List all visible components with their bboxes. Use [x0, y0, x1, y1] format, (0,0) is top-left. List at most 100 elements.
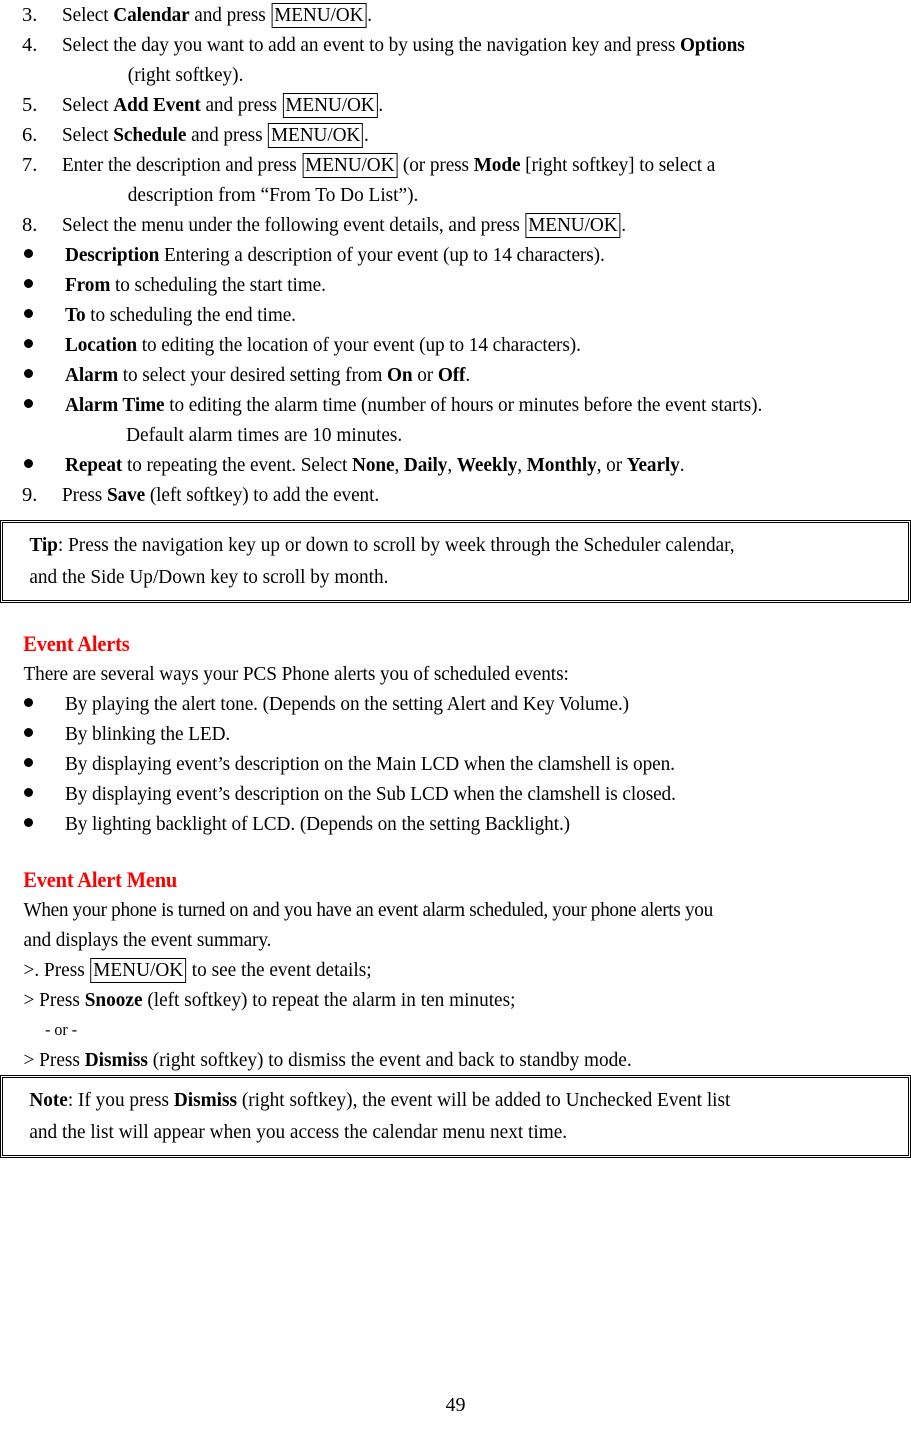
- step-text: Select Add Event and press MENU/OK.: [62, 90, 860, 120]
- text-run: to editing the location of your event (u…: [137, 334, 581, 356]
- emphasis-text: None: [351, 454, 395, 476]
- text-run: (right softkey).: [127, 64, 244, 86]
- numbered-step: 4. Select the day you want to add an even…: [0, 30, 911, 90]
- text-run: , or: [596, 454, 627, 476]
- step-number: 4.: [22, 34, 38, 56]
- event-alert-menu-actions: >. Press MENU/OK to see the event detail…: [0, 955, 911, 1015]
- text-run: : If you press: [67, 1089, 174, 1111]
- event-alert-item: By displaying event’s description on the…: [0, 779, 911, 809]
- text-run: and press: [189, 4, 271, 26]
- event-alerts-intro: There are several ways your PCS Phone al…: [23, 663, 569, 685]
- emphasis-text: Mode: [473, 154, 521, 176]
- numbered-step: 3. Select Calendar and press MENU/OK.: [0, 0, 911, 30]
- event-alert-item: By blinking the LED.: [0, 719, 911, 749]
- text-run: > Press: [23, 989, 85, 1011]
- text-run: .: [378, 94, 384, 116]
- emphasis-text: Save: [106, 484, 146, 506]
- event-detail-text: Location to editing the location of your…: [65, 330, 860, 360]
- text-run: .: [367, 4, 372, 26]
- numbered-step: 5. Select Add Event and press MENU/OK.: [0, 90, 911, 120]
- step-number: 5.: [22, 94, 38, 116]
- emphasis-text: Weekly: [456, 454, 518, 476]
- emphasis-text: Off: [437, 364, 466, 386]
- event-detail-continuation: Default alarm times are 10 minutes.: [65, 420, 860, 450]
- menu-ok-key-label: MENU/OK: [525, 213, 621, 238]
- event-detail-item: Description Entering a description of yo…: [0, 240, 911, 270]
- text-run: (left softkey) to add the event.: [145, 484, 380, 506]
- or-separator: - or -: [45, 1020, 78, 1039]
- note-callout-box: Note: If you press Dismiss (right softke…: [0, 1075, 911, 1158]
- text-run: [right softkey] to select a: [520, 154, 716, 176]
- menu-ok-key-label: MENU/OK: [90, 958, 187, 983]
- emphasis-text: Alarm Time: [65, 394, 165, 416]
- event-detail-item: Alarm to select your desired setting fro…: [0, 360, 911, 390]
- alert-menu-action-line: > Press Snooze (left softkey) to repeat …: [0, 985, 856, 1015]
- text-run: to editing the alarm time (number of hou…: [164, 394, 763, 416]
- event-detail-text: Alarm Time to editing the alarm time (nu…: [65, 390, 860, 420]
- text-run: to see the event details;: [186, 959, 372, 981]
- step-text: Enter the description and press MENU/OK …: [62, 150, 860, 180]
- bullet-icon: [24, 450, 33, 480]
- text-run: .: [679, 454, 685, 476]
- text-run: Entering a description of your event (up…: [159, 244, 605, 266]
- step-number: 6.: [22, 124, 38, 146]
- event-detail-item: Repeat to repeating the event. Select No…: [0, 450, 911, 480]
- bullet-icon: [24, 330, 33, 360]
- event-alert-text: By displaying event’s description on the…: [65, 783, 676, 805]
- text-run: .: [465, 364, 471, 386]
- emphasis-text: Daily: [403, 454, 448, 476]
- event-alert-item: By lighting backlight of LCD. (Depends o…: [0, 809, 911, 839]
- event-detail-item: Location to editing the location of your…: [0, 330, 911, 360]
- emphasis-text: On: [386, 364, 413, 386]
- emphasis-text: Add Event: [113, 94, 201, 116]
- emphasis-text: Location: [65, 334, 138, 356]
- dismiss-action-line: > Press Dismiss (right softkey) to dismi…: [0, 1045, 856, 1075]
- text-run: : Press the navigation key up or down to…: [57, 534, 735, 556]
- event-alert-text: By playing the alert tone. (Depends on t…: [65, 693, 629, 715]
- text-run: >. Press: [23, 959, 90, 981]
- text-run: Select the menu under the following even…: [62, 214, 525, 236]
- emphasis-text: Dismiss: [173, 1089, 238, 1111]
- text-run: > Press: [23, 1049, 85, 1071]
- step-number: 8.: [22, 214, 38, 236]
- emphasis-text: Monthly: [526, 454, 597, 476]
- text-run: and press: [200, 94, 282, 116]
- emphasis-text: Snooze: [84, 989, 143, 1011]
- event-detail-item: Alarm Time to editing the alarm time (nu…: [0, 390, 911, 450]
- step-text-continuation: description from “From To Do List”).: [62, 180, 860, 210]
- emphasis-text: To: [65, 304, 86, 326]
- emphasis-text: Description: [65, 244, 160, 266]
- step-text: Select the day you want to add an event …: [62, 30, 860, 60]
- emphasis-text: Options: [679, 34, 745, 56]
- bullet-icon: [24, 779, 33, 809]
- step-text: Press Save (left softkey) to add the eve…: [62, 480, 860, 510]
- text-run: Select: [62, 94, 114, 116]
- event-alert-menu-heading: Event Alert Menu: [23, 867, 178, 892]
- numbered-steps-list: 3. Select Calendar and press MENU/OK. 4. Se…: [0, 0, 911, 240]
- text-run: to select your desired setting from: [118, 364, 387, 386]
- emphasis-text: Alarm: [65, 364, 119, 386]
- emphasis-text: Dismiss: [84, 1049, 148, 1071]
- text-run: to scheduling the start time.: [110, 274, 326, 296]
- text-run: .: [364, 124, 369, 146]
- emphasis-text: Schedule: [113, 124, 187, 146]
- step-text: Select Calendar and press MENU/OK.: [62, 0, 860, 30]
- emphasis-text: Repeat: [65, 454, 123, 476]
- bullet-icon: [24, 719, 33, 749]
- text-run: to repeating the event. Select: [122, 454, 352, 476]
- text-run: and press: [186, 124, 268, 146]
- page-number: 49: [445, 1394, 466, 1416]
- numbered-step: 7. Enter the description and press MENU/O…: [0, 150, 911, 210]
- text-run: ,: [517, 454, 527, 476]
- emphasis-text: Tip: [29, 534, 58, 556]
- text-run: (right softkey), the event will be added…: [237, 1089, 731, 1111]
- event-detail-item: To to scheduling the end time.: [0, 300, 911, 330]
- step-text-continuation: (right softkey).: [62, 60, 860, 90]
- bullet-icon: [24, 689, 33, 719]
- text-run: (or press: [398, 154, 474, 176]
- menu-ok-key-label: MENU/OK: [282, 93, 378, 118]
- bullet-icon: [24, 749, 33, 779]
- text-run: Select the day you want to add an event …: [62, 34, 680, 56]
- text-run: description from “From To Do List”).: [127, 184, 419, 206]
- bullet-icon: [24, 240, 33, 270]
